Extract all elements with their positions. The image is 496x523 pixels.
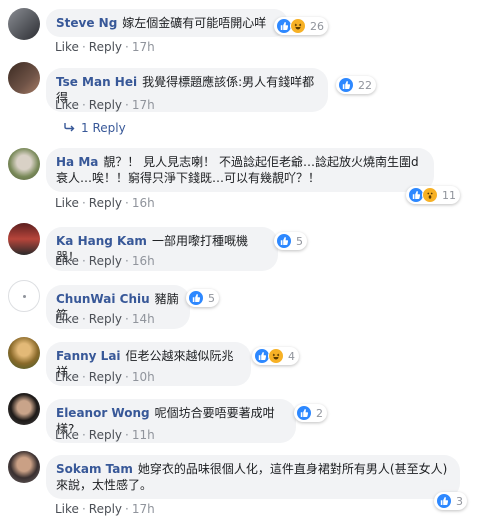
reaction-count: 5 bbox=[208, 291, 215, 305]
reply-button[interactable]: Reply bbox=[89, 502, 122, 516]
reaction-summary[interactable]: 5 bbox=[274, 232, 307, 250]
separator: · bbox=[125, 502, 129, 516]
comment-author[interactable]: Fanny Lai bbox=[56, 349, 121, 363]
comment-author[interactable]: Tse Man Hei bbox=[56, 75, 137, 89]
avatar[interactable] bbox=[8, 8, 40, 40]
reply-button[interactable]: Reply bbox=[89, 428, 122, 442]
like-button[interactable]: Like bbox=[55, 502, 79, 516]
comment-actions: Like · Reply · 17h bbox=[55, 98, 155, 112]
like-button[interactable]: Like bbox=[55, 370, 79, 384]
like-button[interactable]: Like bbox=[55, 254, 79, 268]
comment-text: 靚？！ 見人見志喇！ 不過諗起佢老爺…諗起放火燒南生圍d衰人…唉！！窮得只淨下錢… bbox=[56, 155, 419, 185]
separator: · bbox=[81, 98, 86, 112]
separator: · bbox=[81, 428, 86, 442]
comment-author[interactable]: Eleanor Wong bbox=[56, 406, 150, 420]
avatar[interactable] bbox=[8, 280, 40, 312]
like-reaction-icon bbox=[436, 493, 452, 509]
comment-timestamp[interactable]: 17h bbox=[132, 40, 155, 54]
reaction-summary[interactable]: 26 bbox=[274, 17, 328, 35]
like-reaction-icon bbox=[188, 290, 204, 306]
separator: · bbox=[125, 40, 129, 54]
separator: · bbox=[81, 254, 86, 268]
separator: · bbox=[125, 98, 129, 112]
like-button[interactable]: Like bbox=[55, 98, 79, 112]
comment-timestamp[interactable]: 14h bbox=[132, 312, 155, 326]
like-button[interactable]: Like bbox=[55, 40, 79, 54]
separator: · bbox=[81, 40, 86, 54]
comment-author[interactable]: Sokam Tam bbox=[56, 462, 133, 476]
separator: · bbox=[81, 312, 86, 326]
like-reaction-icon bbox=[338, 77, 354, 93]
comment-timestamp[interactable]: 17h bbox=[132, 98, 155, 112]
separator: · bbox=[125, 428, 129, 442]
comment-author[interactable]: Ha Ma bbox=[56, 155, 98, 169]
reaction-summary[interactable]: 5 bbox=[186, 289, 219, 307]
comment-bubble: Ha Ma 靚？！ 見人見志喇！ 不過諗起佢老爺…諗起放火燒南生圍d衰人…唉！！窮… bbox=[46, 148, 434, 192]
reaction-summary[interactable]: 11 bbox=[406, 186, 460, 204]
reaction-count: 4 bbox=[288, 349, 295, 363]
comment-timestamp[interactable]: 10h bbox=[132, 370, 155, 384]
reaction-count: 26 bbox=[310, 19, 324, 33]
default-avatar-icon bbox=[22, 294, 26, 298]
reply-button[interactable]: Reply bbox=[89, 40, 122, 54]
like-reaction-icon bbox=[276, 233, 292, 249]
comment-author[interactable]: Ka Hang Kam bbox=[56, 234, 147, 248]
haha-reaction-icon bbox=[290, 18, 306, 34]
reaction-count: 11 bbox=[442, 188, 456, 202]
separator: · bbox=[81, 196, 86, 210]
reaction-count: 22 bbox=[358, 78, 372, 92]
reaction-summary[interactable]: 22 bbox=[336, 76, 376, 94]
comment-timestamp[interactable]: 16h bbox=[132, 254, 155, 268]
reaction-summary[interactable]: 4 bbox=[252, 347, 299, 365]
view-replies-link[interactable]: 1 Reply bbox=[64, 121, 126, 135]
separator: · bbox=[125, 312, 129, 326]
avatar[interactable] bbox=[8, 451, 40, 483]
avatar[interactable] bbox=[8, 393, 40, 425]
reply-button[interactable]: Reply bbox=[89, 370, 122, 384]
comment-author[interactable]: ChunWai Chiu bbox=[56, 292, 150, 306]
comment-actions: Like · Reply · 14h bbox=[55, 312, 155, 326]
reply-arrow-icon bbox=[64, 121, 75, 135]
separator: · bbox=[81, 370, 86, 384]
comment-timestamp[interactable]: 11h bbox=[132, 428, 155, 442]
comment-actions: Like · Reply · 17h bbox=[55, 502, 155, 516]
comment-bubble: Steve Ng 嫁左個金礦有可能唔開心咩 bbox=[46, 9, 288, 37]
reply-button[interactable]: Reply bbox=[89, 196, 122, 210]
reaction-summary[interactable]: 2 bbox=[294, 404, 327, 422]
reaction-count: 5 bbox=[296, 234, 303, 248]
avatar[interactable] bbox=[8, 62, 40, 94]
separator: · bbox=[125, 196, 129, 210]
comment-actions: Like · Reply · 11h bbox=[55, 428, 155, 442]
comment-text: 嫁左個金礦有可能唔開心咩 bbox=[122, 16, 267, 30]
reply-button[interactable]: Reply bbox=[89, 98, 122, 112]
avatar[interactable] bbox=[8, 337, 40, 369]
avatar[interactable] bbox=[8, 223, 40, 255]
comment-bubble: Sokam Tam 她穿衣的品味很個人化，這件直身裙對所有男人(甚至女人)來說，太… bbox=[46, 455, 460, 499]
wow-reaction-icon bbox=[422, 187, 438, 203]
reaction-count: 2 bbox=[316, 406, 323, 420]
like-button[interactable]: Like bbox=[55, 312, 79, 326]
like-button[interactable]: Like bbox=[55, 428, 79, 442]
haha-reaction-icon bbox=[268, 348, 284, 364]
separator: · bbox=[125, 370, 129, 384]
comment-timestamp[interactable]: 17h bbox=[132, 502, 155, 516]
reaction-summary[interactable]: 3 bbox=[434, 492, 467, 510]
avatar[interactable] bbox=[8, 148, 40, 180]
comment-timestamp[interactable]: 16h bbox=[132, 196, 155, 210]
reply-button[interactable]: Reply bbox=[89, 254, 122, 268]
reaction-count: 3 bbox=[456, 494, 463, 508]
comment-actions: Like · Reply · 17h bbox=[55, 40, 155, 54]
like-button[interactable]: Like bbox=[55, 196, 79, 210]
comment-author[interactable]: Steve Ng bbox=[56, 16, 117, 30]
comment-actions: Like · Reply · 10h bbox=[55, 370, 155, 384]
like-reaction-icon bbox=[296, 405, 312, 421]
separator: · bbox=[81, 502, 86, 516]
separator: · bbox=[125, 254, 129, 268]
comment-actions: Like · Reply · 16h bbox=[55, 196, 155, 210]
comment-actions: Like · Reply · 16h bbox=[55, 254, 155, 268]
reply-button[interactable]: Reply bbox=[89, 312, 122, 326]
view-replies-label[interactable]: 1 Reply bbox=[81, 121, 126, 135]
